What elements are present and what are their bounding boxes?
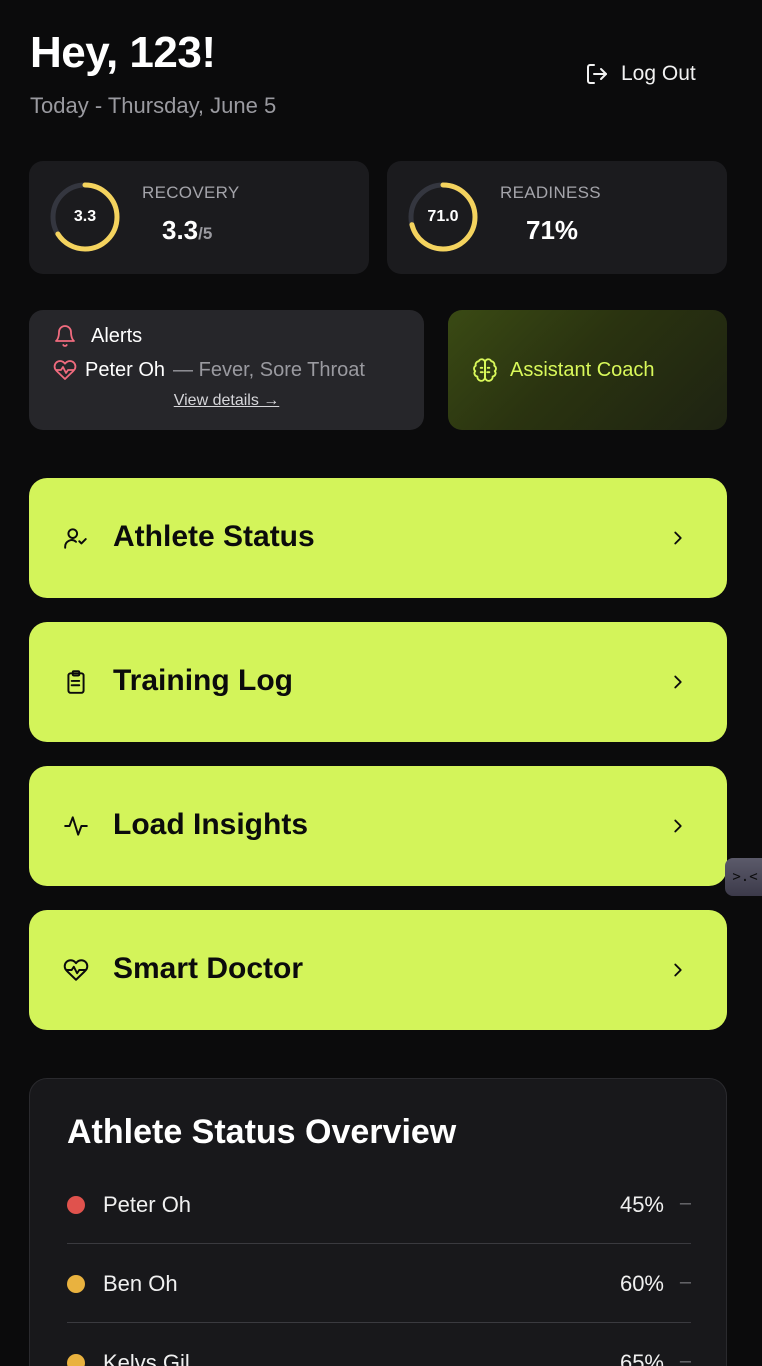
training-log-label: Training Log xyxy=(113,664,293,697)
chevron-right-icon xyxy=(674,819,682,833)
athlete-percent: 45% xyxy=(619,1192,664,1217)
athlete-percent: 65% xyxy=(619,1350,664,1366)
athlete-status-button[interactable]: Athlete Status xyxy=(29,478,727,598)
logout-icon xyxy=(587,64,607,84)
athlete-status-label: Athlete Status xyxy=(113,520,315,553)
assistant-coach-label: Assistant Coach xyxy=(510,358,655,381)
athlete-row[interactable]: Kelvs Gil 65% – xyxy=(67,1323,691,1366)
app-screen: Hey, 123! Today - Thursday, June 5 Log O… xyxy=(0,0,762,1366)
current-date: Today - Thursday, June 5 xyxy=(30,93,277,118)
view-details-link[interactable]: View details → xyxy=(29,392,424,410)
brain-icon xyxy=(473,358,497,382)
status-dot xyxy=(67,1354,85,1366)
logout-button[interactable]: Log Out xyxy=(585,62,696,86)
alert-item: Peter Oh — Fever, Sore Throat xyxy=(53,358,365,382)
overview-title: Athlete Status Overview xyxy=(67,1113,457,1151)
smart-doctor-label: Smart Doctor xyxy=(113,952,304,985)
readiness-label: READINESS xyxy=(500,183,601,202)
alerts-title: Alerts xyxy=(91,324,143,347)
athlete-row[interactable]: Ben Oh 60% – xyxy=(67,1244,691,1323)
recovery-label: RECOVERY xyxy=(142,183,240,202)
readiness-card[interactable]: 71.0 READINESS 71% xyxy=(387,161,727,274)
bell-icon xyxy=(55,325,75,347)
clipboard-list-icon xyxy=(67,670,85,694)
recovery-score: 3.3 xyxy=(162,215,199,245)
chevron-right-icon xyxy=(674,963,682,977)
activity-icon xyxy=(64,816,88,836)
alert-symptoms: — Fever, Sore Throat xyxy=(173,358,365,381)
heart-pulse-icon xyxy=(53,360,77,380)
heart-pulse-icon xyxy=(63,959,89,981)
athlete-trend: – xyxy=(679,1192,691,1214)
load-insights-button[interactable]: Load Insights xyxy=(29,766,727,886)
readiness-value: 71% xyxy=(526,215,578,246)
training-log-button[interactable]: Training Log xyxy=(29,622,727,742)
athlete-name: Kelvs Gil xyxy=(103,1350,190,1366)
logout-label: Log Out xyxy=(621,62,696,85)
athlete-status-overview: Athlete Status Overview Peter Oh 45% – B… xyxy=(29,1078,727,1366)
athlete-name: Ben Oh xyxy=(103,1271,178,1296)
greeting-title: Hey, 123! xyxy=(30,28,216,77)
recovery-card[interactable]: 3.3 RECOVERY 3.3/5 xyxy=(29,161,369,274)
readiness-score: 71% xyxy=(526,215,579,245)
recovery-value: 3.3/5 xyxy=(162,215,212,246)
assistant-coach-button[interactable]: Assistant Coach xyxy=(448,310,727,430)
status-dot xyxy=(67,1275,85,1293)
alerts-header: Alerts xyxy=(53,324,142,348)
user-check-icon xyxy=(64,528,87,549)
athlete-trend: – xyxy=(679,1271,691,1293)
alert-athlete-name: Peter Oh xyxy=(85,358,166,381)
load-insights-label: Load Insights xyxy=(113,808,308,841)
athlete-row[interactable]: Peter Oh 45% – xyxy=(67,1165,691,1244)
athlete-name: Peter Oh xyxy=(103,1192,192,1217)
athlete-trend: – xyxy=(679,1350,691,1366)
floating-side-tab[interactable]: >.< xyxy=(725,858,762,896)
chevron-right-icon xyxy=(674,675,682,689)
recovery-scale: /5 xyxy=(198,224,213,243)
readiness-ring-value: 71.0 xyxy=(427,208,459,225)
recovery-ring-value: 3.3 xyxy=(73,208,97,225)
chevron-right-icon xyxy=(674,531,682,545)
status-dot xyxy=(67,1196,85,1214)
smart-doctor-button[interactable]: Smart Doctor xyxy=(29,910,727,1030)
athlete-percent: 60% xyxy=(619,1271,664,1296)
alerts-card: Alerts Peter Oh — Fever, Sore Throat Vie… xyxy=(29,310,424,430)
